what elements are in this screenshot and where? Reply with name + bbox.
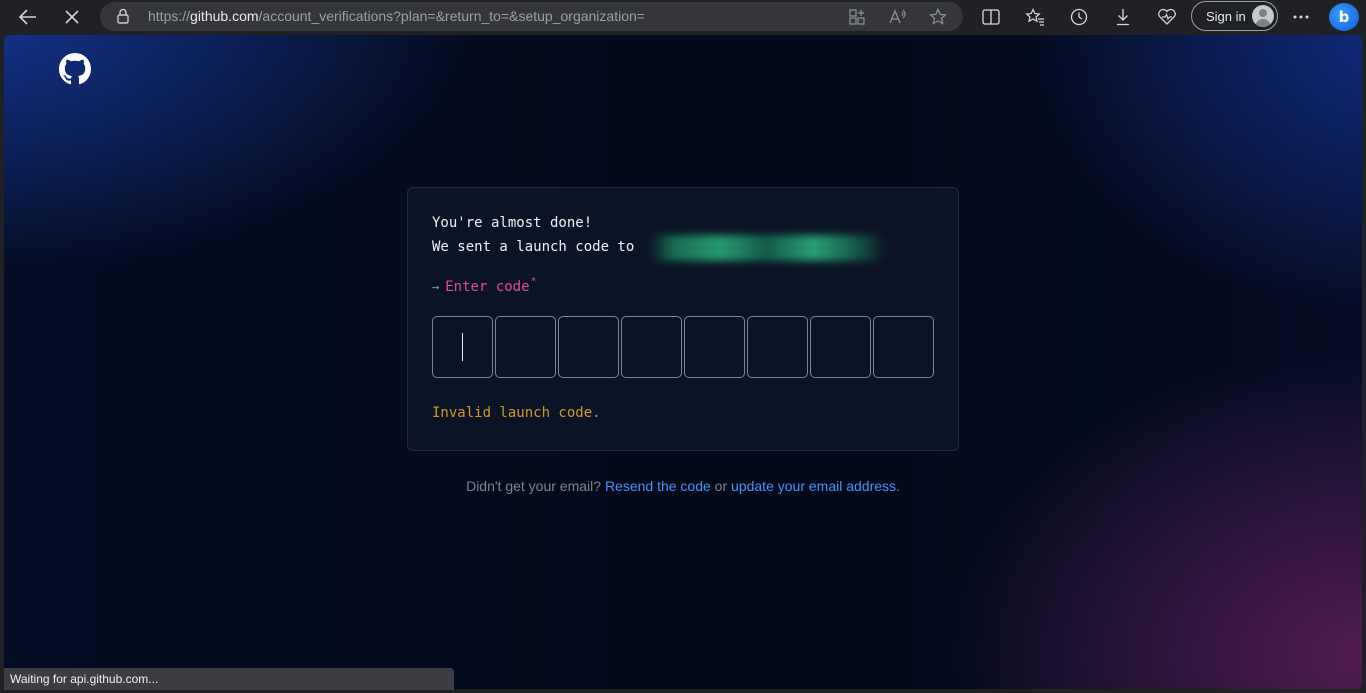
bing-icon[interactable]: b — [1329, 3, 1359, 31]
read-aloud-icon[interactable] — [888, 7, 908, 27]
almost-done-text: You're almost done! — [432, 215, 593, 231]
sent-code-text: We sent a launch code to — [432, 239, 635, 255]
url-path: /account_verifications?plan=&return_to=&… — [258, 8, 645, 24]
enter-code-label: → Enter code* — [432, 276, 537, 295]
footer-suffix: . — [896, 478, 900, 494]
page-viewport: You're almost done! We sent a launch cod… — [4, 35, 1362, 689]
required-asterisk: * — [530, 276, 537, 287]
history-icon[interactable] — [1066, 4, 1092, 30]
browser-essentials-icon[interactable] — [1154, 4, 1180, 30]
browser-toolbar: https://github.com/account_verifications… — [0, 0, 1366, 35]
code-digit-6[interactable] — [747, 316, 808, 378]
back-arrow-icon[interactable] — [13, 3, 43, 31]
resend-code-link[interactable]: Resend the code — [605, 478, 711, 494]
url-host: github.com — [190, 8, 259, 24]
github-logo-icon[interactable] — [59, 53, 91, 85]
stop-icon[interactable] — [57, 3, 87, 31]
favorites-icon[interactable] — [1022, 4, 1048, 30]
code-digit-5[interactable] — [684, 316, 745, 378]
url-text[interactable]: https://github.com/account_verifications… — [148, 8, 645, 24]
code-digit-2[interactable] — [495, 316, 556, 378]
address-bar[interactable]: https://github.com/account_verifications… — [100, 2, 963, 31]
resend-footer: Didn't get your email? Resend the code o… — [4, 478, 1362, 494]
code-digit-3[interactable] — [558, 316, 619, 378]
more-icon[interactable] — [1288, 4, 1314, 30]
error-message: Invalid launch code. — [432, 405, 601, 421]
status-bar: Waiting for api.github.com... — [4, 668, 454, 690]
favorite-star-icon[interactable] — [928, 7, 948, 27]
url-prefix: https:// — [148, 8, 191, 24]
sign-in-button[interactable]: Sign in — [1191, 1, 1278, 31]
code-digit-4[interactable] — [621, 316, 682, 378]
footer-prefix: Didn't get your email? — [466, 478, 605, 494]
arrow-right-icon: → — [432, 280, 440, 294]
verification-card: You're almost done! We sent a launch cod… — [407, 187, 959, 451]
code-digit-1[interactable] — [432, 316, 493, 378]
code-digit-8[interactable] — [873, 316, 934, 378]
update-email-link[interactable]: update your email address — [731, 478, 896, 494]
avatar — [1252, 5, 1274, 27]
launch-code-input[interactable] — [432, 316, 934, 378]
downloads-icon[interactable] — [1110, 4, 1136, 30]
code-digit-7[interactable] — [810, 316, 871, 378]
split-screen-icon[interactable] — [978, 4, 1004, 30]
redacted-email — [649, 235, 885, 261]
enter-code-text: Enter code — [445, 279, 530, 295]
lock-icon[interactable] — [116, 8, 130, 24]
footer-or: or — [710, 478, 732, 494]
sign-in-label: Sign in — [1206, 8, 1246, 24]
app-available-icon[interactable] — [847, 7, 867, 27]
